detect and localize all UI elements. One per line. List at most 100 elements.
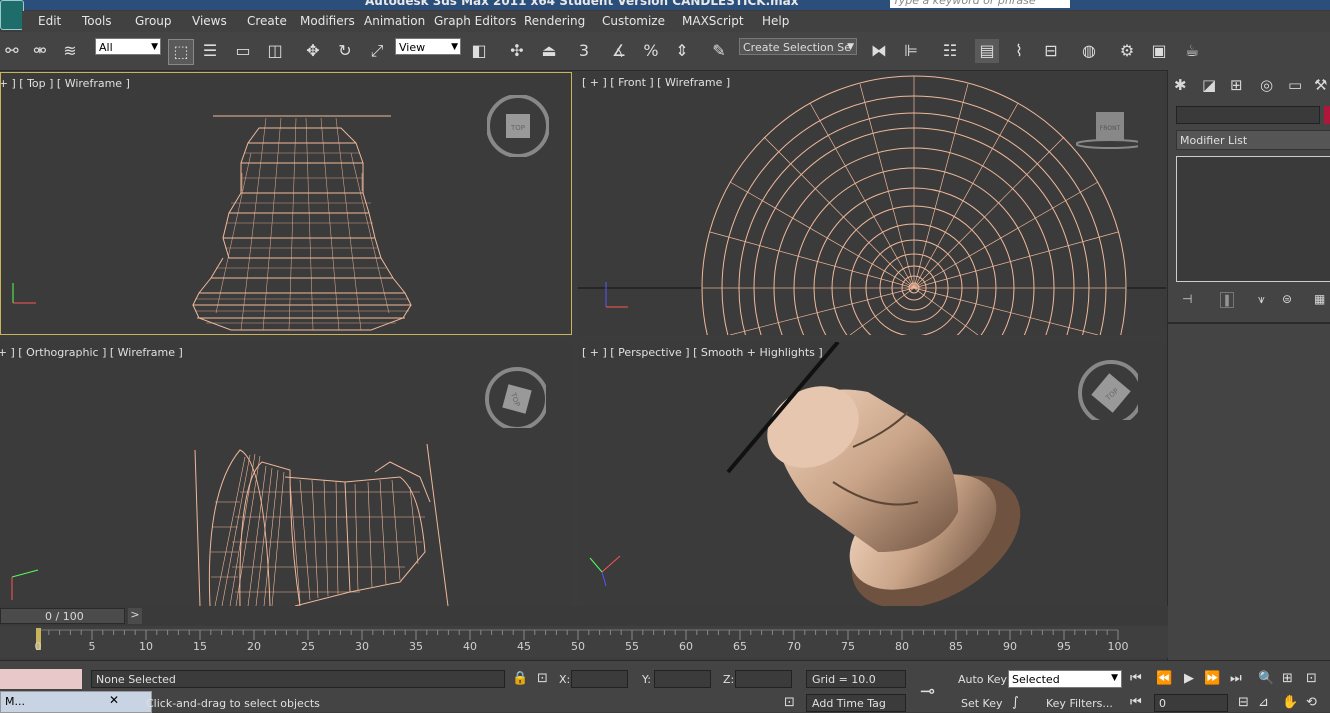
select-manipulate-icon[interactable]: ✣ <box>505 39 529 63</box>
set-key-button[interactable]: Set Key <box>961 697 1003 710</box>
scale-icon[interactable]: ⤢ <box>365 39 389 63</box>
make-unique-icon[interactable]: ⩛ <box>1258 292 1265 307</box>
rectangular-selection-icon[interactable]: ▭ <box>231 39 255 63</box>
rotate-icon[interactable]: ↻ <box>333 39 357 63</box>
named-selection-set-dropdown[interactable]: Create Selection Se ▼ <box>739 38 857 55</box>
angle-snap-icon[interactable]: ∡ <box>607 39 631 63</box>
auto-key-button[interactable]: Auto Key <box>958 673 1007 686</box>
align-icon[interactable]: ⊫ <box>899 39 923 63</box>
lock-selection-icon[interactable]: 🔒 <box>512 671 528 686</box>
viewcube-icon[interactable]: TOP <box>487 95 549 157</box>
key-mode-dropdown[interactable]: Selected ▼ <box>1008 670 1122 688</box>
reference-coordinate-dropdown[interactable]: View ▼ <box>395 38 461 55</box>
help-search-input[interactable]: Type a keyword or phrase <box>890 0 1070 8</box>
layer-manager-icon[interactable]: ☷ <box>938 39 962 63</box>
menu-animation[interactable]: Animation <box>364 14 425 28</box>
next-frame-arrow[interactable]: > <box>128 608 142 624</box>
add-time-tag-field[interactable]: Add Time Tag <box>806 694 906 712</box>
display-tab-icon[interactable]: ▭ <box>1288 76 1302 94</box>
pin-stack-icon[interactable]: ⊣ <box>1182 292 1192 306</box>
play-icon[interactable]: ▶ <box>1184 671 1194 686</box>
keyboard-shortcut-toggle-icon[interactable]: ⏏ <box>537 39 561 63</box>
viewport-front[interactable]: [ + ] [ Front ] [ Wireframe ] FRONT <box>578 72 1166 335</box>
previous-frame-icon[interactable]: ⏪ <box>1156 671 1172 686</box>
bind-space-warp-icon[interactable]: ≋ <box>58 39 82 63</box>
close-icon[interactable]: ✕ <box>109 693 119 707</box>
mirror-icon[interactable]: ⧓ <box>867 39 891 63</box>
viewport-orthographic[interactable]: [ + ] [ Orthographic ] [ Wireframe ] TOP <box>0 342 572 606</box>
render-production-icon[interactable]: ☕ <box>1180 39 1204 63</box>
object-name-field[interactable] <box>1176 106 1320 124</box>
menu-views[interactable]: Views <box>192 14 227 28</box>
maxscript-listener[interactable] <box>0 669 82 689</box>
schematic-view-icon[interactable]: ⊟ <box>1039 39 1063 63</box>
percent-snap-icon[interactable]: % <box>639 39 663 63</box>
menu-tools[interactable]: Tools <box>82 14 112 28</box>
taskbar-item[interactable]: M... ✕ <box>0 691 152 713</box>
time-configuration-icon[interactable]: ⊟ <box>1238 695 1249 710</box>
select-by-name-icon[interactable]: ☰ <box>198 39 222 63</box>
menu-rendering[interactable]: Rendering <box>524 14 585 28</box>
zoom-all-icon[interactable]: ⊞ <box>1282 671 1293 686</box>
render-setup-icon[interactable]: ⚙ <box>1115 39 1139 63</box>
remove-modifier-icon[interactable]: ⊜ <box>1282 292 1292 306</box>
pan-icon[interactable]: ✋ <box>1282 695 1298 710</box>
x-coordinate-field[interactable] <box>571 670 628 688</box>
key-mode-toggle-icon[interactable]: ⏮ <box>1130 695 1142 710</box>
track-bar[interactable]: 0 5 10 15 20 25 30 35 40 45 50 55 60 65 70 75 80 85 90 95 10… <box>0 626 1168 658</box>
z-coordinate-field[interactable] <box>735 670 792 688</box>
menu-create[interactable]: Create <box>247 14 287 28</box>
modifier-stack-list[interactable] <box>1176 156 1330 282</box>
curve-editor-icon[interactable]: ⌇ <box>1007 39 1031 63</box>
menu-modifiers[interactable]: Modifiers <box>300 14 355 28</box>
key-filters-button[interactable]: Key Filters... <box>1046 697 1113 710</box>
menu-graph-editors[interactable]: Graph Editors <box>434 14 516 28</box>
snaps-toggle-icon[interactable]: 3 <box>572 39 596 63</box>
menu-group[interactable]: Group <box>135 14 172 28</box>
viewport-perspective[interactable]: [ + ] [ Perspective ] [ Smooth + Highlig… <box>578 342 1166 606</box>
selection-filter-dropdown[interactable]: All ▼ <box>95 38 161 55</box>
next-frame-icon[interactable]: ⏩ <box>1204 671 1220 686</box>
y-coordinate-field[interactable] <box>654 670 711 688</box>
set-key-icon[interactable]: ⊸ <box>920 681 935 702</box>
viewcube-icon[interactable]: FRONT <box>1076 102 1138 164</box>
current-frame-field[interactable]: 0 <box>1154 694 1228 712</box>
time-tag-icon[interactable]: ⊡ <box>784 695 795 710</box>
spinner-snap-icon[interactable]: ⇕ <box>670 39 694 63</box>
show-end-result-icon[interactable]: ∥ <box>1220 292 1234 308</box>
modify-tab-icon[interactable]: ◪ <box>1202 76 1216 94</box>
menu-edit[interactable]: Edit <box>38 14 61 28</box>
motion-tab-icon[interactable]: ◎ <box>1260 76 1273 94</box>
absolute-mode-icon[interactable]: ⊡ <box>537 671 548 686</box>
create-tab-icon[interactable]: ✱ <box>1174 76 1187 94</box>
utilities-tab-icon[interactable]: ⚒ <box>1314 76 1327 94</box>
select-object-icon[interactable]: ⬚ <box>168 39 194 65</box>
hierarchy-tab-icon[interactable]: ⊞ <box>1230 76 1243 94</box>
pivot-center-icon[interactable]: ◧ <box>467 39 491 63</box>
configure-sets-icon[interactable]: ▦ <box>1314 292 1325 306</box>
material-editor-icon[interactable]: ◍ <box>1077 39 1101 63</box>
unlink-icon[interactable]: ⚮ <box>28 39 52 63</box>
menu-help[interactable]: Help <box>762 14 789 28</box>
edit-named-selection-icon[interactable]: ✎ <box>707 39 731 63</box>
application-button[interactable] <box>0 0 24 30</box>
link-icon[interactable]: ⚯ <box>0 39 24 63</box>
window-crossing-icon[interactable]: ◫ <box>263 39 287 63</box>
object-color-swatch[interactable] <box>1324 106 1330 124</box>
go-to-start-icon[interactable]: ⏮ <box>1130 671 1142 686</box>
viewcube-icon[interactable]: TOP <box>484 366 546 428</box>
menu-maxscript[interactable]: MAXScript <box>682 14 744 28</box>
orbit-icon[interactable]: ⟲ <box>1306 695 1317 710</box>
modifier-list-dropdown[interactable]: Modifier List <box>1176 130 1330 150</box>
viewcube-icon[interactable]: TOP <box>1076 358 1138 420</box>
go-to-end-icon[interactable]: ⏭ <box>1230 671 1242 686</box>
move-icon[interactable]: ✥ <box>301 39 325 63</box>
viewport-top[interactable]: [ + ] [ Top ] [ Wireframe ] TOP <box>0 72 572 335</box>
zoom-extents-icon[interactable]: ⊡ <box>1306 671 1317 686</box>
time-slider-thumb[interactable]: 0 / 100 <box>0 608 125 624</box>
default-tangent-icon[interactable]: ∫ <box>1012 695 1019 710</box>
graphite-ribbon-icon[interactable]: ▤ <box>975 39 999 63</box>
time-slider[interactable]: 0 / 100 > <box>0 606 1168 626</box>
rendered-frame-window-icon[interactable]: ▣ <box>1147 39 1171 63</box>
zoom-icon[interactable]: 🔍 <box>1258 671 1274 686</box>
